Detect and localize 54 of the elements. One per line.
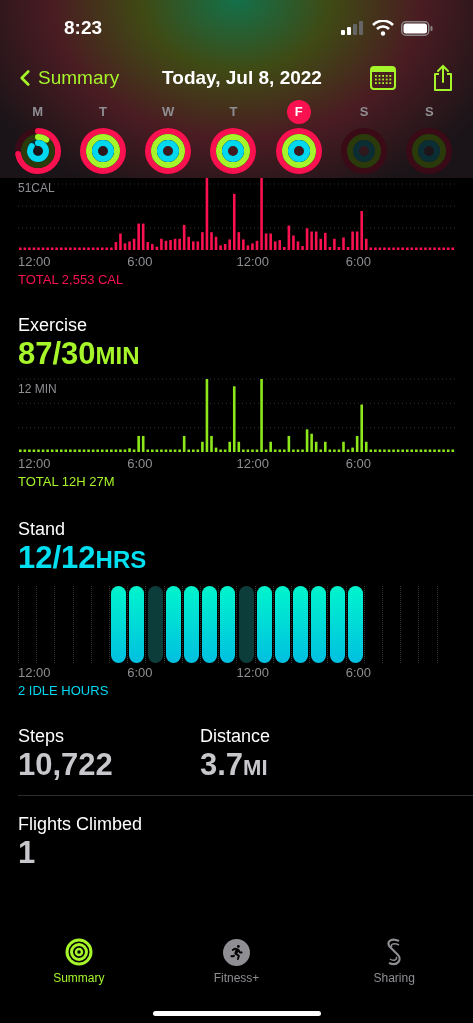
weekday-label[interactable]: M <box>32 102 44 122</box>
axis-label: 12:00 <box>236 253 270 272</box>
stand-title: Stand <box>18 518 67 540</box>
date-title: Today, Jul 8, 2022 <box>161 65 323 90</box>
weekday-label[interactable]: F <box>286 100 311 124</box>
activity-rings-icon[interactable] <box>145 128 192 174</box>
activity-rings-icon[interactable] <box>275 128 322 174</box>
axis-label: 12:00 <box>236 455 270 474</box>
activity-rings-icon[interactable] <box>210 128 257 174</box>
axis-label: 12:00 <box>18 455 51 474</box>
status-time: 8:23 <box>64 15 103 40</box>
axis-label: 6:00 <box>345 455 372 474</box>
runner-icon <box>223 938 250 966</box>
tab-bar-item[interactable]: Fitness+ <box>157 937 316 986</box>
stat-label: Steps <box>18 725 66 747</box>
stat-value: 1 <box>18 835 37 871</box>
battery-icon <box>401 20 433 36</box>
wifi-icon <box>372 20 394 36</box>
calendar-button[interactable] <box>370 66 396 90</box>
weekday-label[interactable]: S <box>359 102 369 122</box>
tab-bar-item[interactable]: Sharing <box>315 937 473 986</box>
calendar-icon <box>370 66 396 90</box>
activity-rings-icon[interactable] <box>14 128 61 174</box>
back-button[interactable]: Summary <box>12 63 142 93</box>
share-button[interactable] <box>432 64 454 92</box>
chart-scale-label: 12 MIN <box>18 381 57 398</box>
axis-label: 6:00 <box>345 664 372 683</box>
chart-scale-label: 51CAL <box>18 180 55 197</box>
axis-label: 6:00 <box>127 455 153 474</box>
weekday-label[interactable]: T <box>98 102 107 122</box>
axis-label: 6:00 <box>345 253 372 272</box>
stat-label: Flights Climbed <box>18 813 144 835</box>
weekday-label[interactable]: W <box>162 102 175 122</box>
stand-value: 12/12HRS <box>18 540 148 577</box>
axis-label: 12:00 <box>18 664 51 683</box>
exercise-title: Exercise <box>18 314 89 336</box>
weekday-label[interactable]: S <box>425 102 434 122</box>
stat-value: 10,722 <box>18 747 114 783</box>
axis-label: 6:00 <box>127 664 153 683</box>
share-icon <box>432 64 454 92</box>
axis-label: 12:00 <box>18 253 51 272</box>
move-total: TOTAL 2,553 CAL <box>18 272 125 288</box>
tab-bar-item[interactable]: Summary <box>0 937 158 986</box>
signal-icon <box>341 21 365 35</box>
exercise-value: 87/30MIN <box>18 336 140 373</box>
stat-label: Distance <box>200 725 272 747</box>
axis-label: 12:00 <box>236 664 270 683</box>
activity-rings-icon <box>64 938 93 966</box>
stat-value: 3.7MI <box>200 747 269 784</box>
activity-rings-icon[interactable] <box>79 128 126 174</box>
idle-hours-text: 2 IDLE HOURS <box>18 683 110 699</box>
exercise-total: TOTAL 12H 27M <box>18 474 116 490</box>
axis-label: 6:00 <box>127 253 153 272</box>
weekday-label[interactable]: T <box>229 102 238 122</box>
